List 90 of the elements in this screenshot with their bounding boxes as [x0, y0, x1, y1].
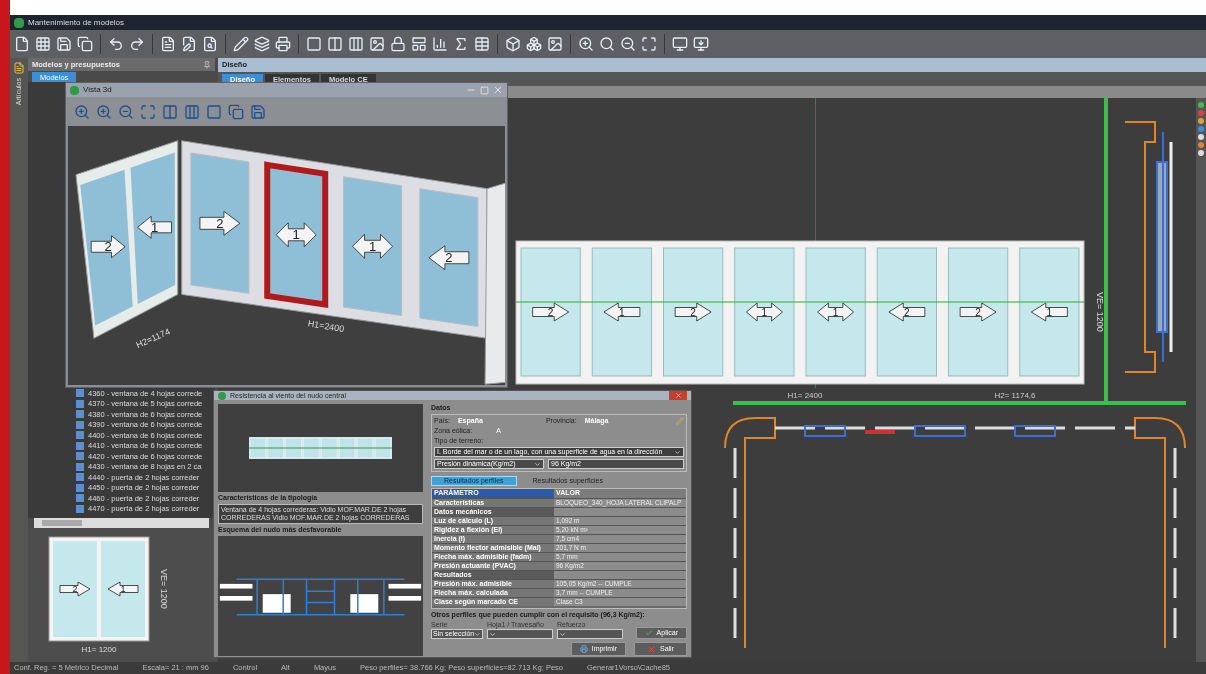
sash-number: 2 [445, 250, 453, 266]
filter-select[interactable] [557, 629, 623, 639]
document-icon[interactable] [160, 36, 176, 52]
sash-number: 1 [150, 219, 159, 235]
arrow-icon [275, 222, 317, 248]
dimension-label: H2= 1174,6 [994, 391, 1036, 400]
picture-icon[interactable] [547, 36, 563, 52]
dimension-label: VE= 1200 [1095, 292, 1105, 332]
undo-icon[interactable] [108, 36, 124, 52]
monitor-download-icon[interactable] [693, 36, 709, 52]
sash-number: 2 [975, 306, 981, 318]
close-icon [674, 392, 682, 399]
dropdown-caret-icon [559, 630, 566, 638]
arrow-icon [352, 233, 393, 259]
filter-select[interactable] [487, 629, 553, 639]
sash-number: 2 [104, 239, 112, 255]
print-icon[interactable] [275, 36, 291, 52]
zoom-in-icon[interactable] [578, 36, 594, 52]
arrow-icon [888, 302, 926, 322]
save-icon[interactable] [250, 103, 266, 120]
sash-number: 2 [547, 306, 554, 318]
dimension-label: H1= 2400 [787, 391, 823, 400]
table-icon[interactable] [474, 36, 490, 52]
cube-icon[interactable] [505, 36, 521, 52]
window-title: Mantenimiento de modelos [28, 16, 125, 29]
document-icon [13, 62, 25, 74]
sash-number: 2 [72, 584, 77, 595]
dimension-label: H1= 1200 [81, 645, 116, 654]
sash-number: 2 [904, 306, 910, 318]
grid-icon[interactable] [35, 36, 51, 52]
check-icon [644, 629, 653, 637]
search-icon[interactable] [599, 36, 615, 52]
arrow-icon [107, 581, 138, 597]
arrow-icon [746, 302, 783, 322]
zoom-in-icon[interactable] [74, 103, 90, 120]
sash-number: 1 [120, 584, 125, 595]
edit-document-icon[interactable] [181, 36, 197, 52]
sash-number: 2 [216, 215, 224, 231]
arrow-icon [674, 302, 712, 322]
pencil-icon[interactable] [233, 36, 249, 52]
columns-icon[interactable] [327, 36, 343, 52]
cubes-icon[interactable] [526, 36, 542, 52]
app-logo-icon [218, 391, 226, 400]
arrow-icon [90, 235, 126, 259]
app-logo-icon [70, 85, 79, 95]
zoom-fit-icon[interactable] [641, 36, 657, 52]
arrow-icon [959, 302, 997, 322]
arrow-icon [603, 302, 641, 322]
close-icon [647, 644, 656, 654]
layers-icon[interactable] [254, 36, 270, 52]
arrow-icon [137, 215, 172, 239]
panel-icon[interactable] [411, 36, 427, 52]
arrow-icon [428, 245, 470, 271]
redo-icon[interactable] [129, 36, 145, 52]
bar-chart-icon[interactable] [432, 36, 448, 52]
sash-number: 1 [292, 227, 300, 243]
sash-number: 1 [832, 306, 839, 318]
dropdown-caret-icon [534, 460, 541, 468]
arrow-icon [817, 302, 855, 322]
horizontal-scrollbar[interactable] [34, 518, 209, 528]
image-icon[interactable] [369, 36, 385, 52]
sash-number: 1 [368, 238, 377, 254]
sash-number: 1 [1046, 306, 1053, 318]
arrow-icon [199, 210, 241, 236]
app-logo-icon [14, 17, 24, 28]
monitor-icon[interactable] [672, 36, 688, 52]
zoom-plus-icon[interactable] [96, 103, 112, 120]
document-search-icon[interactable] [202, 36, 218, 52]
copy-icon[interactable] [228, 103, 244, 120]
sigma-icon[interactable] [453, 36, 469, 52]
arrow-icon [532, 302, 570, 322]
window-title: Vista 3d [83, 84, 112, 96]
copy-icon[interactable] [77, 36, 93, 52]
three-columns-icon[interactable] [348, 36, 364, 52]
sash-number: 2 [690, 306, 696, 318]
arrow-icon [59, 581, 90, 597]
pin-icon [203, 60, 211, 69]
arrow-icon [1031, 302, 1068, 322]
zoom-out-icon[interactable] [118, 103, 134, 120]
dropdown-caret-icon [674, 448, 681, 456]
sash-number: 1 [619, 306, 625, 318]
dimension-label: VE= 1200 [158, 569, 169, 609]
sash-number: 1 [761, 306, 768, 318]
close-button[interactable] [669, 391, 687, 400]
zoom-out-icon[interactable] [620, 36, 636, 52]
dimension-label: H1=2400 [307, 318, 345, 335]
pencil-icon [676, 417, 684, 425]
printer-icon [579, 645, 588, 653]
lock-icon[interactable] [390, 36, 406, 52]
new-file-icon[interactable] [14, 36, 30, 52]
